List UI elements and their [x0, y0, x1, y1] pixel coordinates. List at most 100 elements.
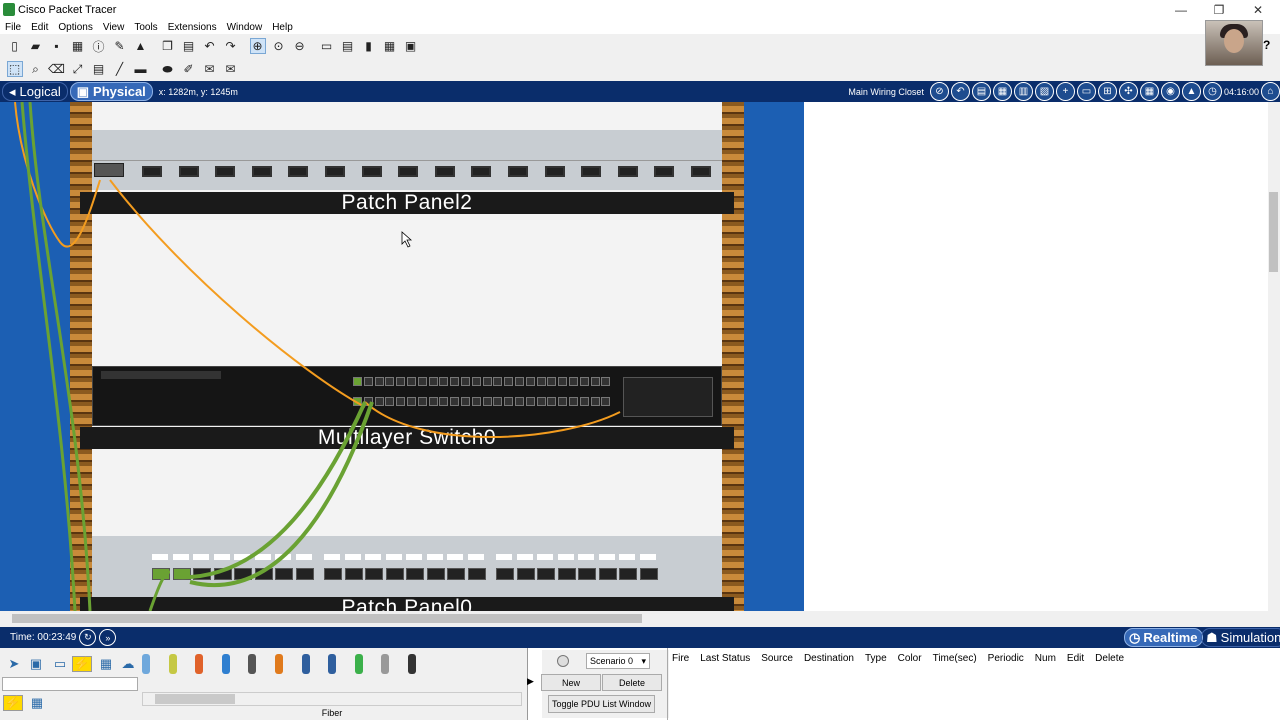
working-closet-icon[interactable]: ▦: [1139, 82, 1159, 101]
structured-cabling-icon[interactable]: ▦: [27, 695, 47, 711]
close-button[interactable]: ✕: [1238, 0, 1278, 20]
copy-icon[interactable]: ❐: [160, 38, 176, 54]
image-icon[interactable]: ▣: [403, 38, 419, 54]
pdu-column-header[interactable]: Edit: [1067, 653, 1084, 664]
info-icon[interactable]: [557, 655, 569, 667]
horizontal-scroll-thumb[interactable]: [12, 614, 642, 623]
rectangle-icon[interactable]: ▭: [319, 38, 335, 54]
pdu-column-header[interactable]: Source: [761, 653, 793, 664]
simulation-mode-button[interactable]: ☗ Simulation: [1201, 628, 1280, 647]
copper-cable-offscreen[interactable]: [28, 102, 92, 611]
scenario-select[interactable]: Scenario 0 ▾: [586, 653, 650, 669]
menu-extensions[interactable]: Extensions: [163, 22, 222, 33]
pdu-column-header[interactable]: Destination: [804, 653, 854, 664]
copper-cable[interactable]: [189, 401, 374, 588]
minimize-button[interactable]: —: [1161, 0, 1201, 20]
physical-mode-button[interactable]: ▣ Physical: [69, 82, 153, 101]
home-icon[interactable]: ⌂: [1261, 82, 1280, 101]
zoom-in-icon[interactable]: ⊕: [249, 38, 266, 54]
fiber-cable-icon[interactable]: [221, 654, 230, 674]
connections-category-icon[interactable]: ⚡: [72, 656, 92, 672]
back-icon[interactable]: ↶: [950, 82, 970, 101]
expand-arrow-icon[interactable]: ▶: [527, 676, 534, 687]
menu-help[interactable]: Help: [267, 22, 298, 33]
info-icon[interactable]: ⓘ: [91, 38, 107, 54]
pdu-column-header[interactable]: Last Status: [700, 653, 750, 664]
console-cable-icon[interactable]: [142, 654, 150, 674]
help-button[interactable]: ?: [1263, 38, 1275, 52]
pdu-column-header[interactable]: Time(sec): [933, 653, 977, 664]
menu-tools[interactable]: Tools: [129, 22, 162, 33]
menu-edit[interactable]: Edit: [26, 22, 53, 33]
inspect-icon[interactable]: ⌕: [28, 61, 44, 77]
new-table-icon[interactable]: ▭: [1076, 82, 1096, 101]
wrench-icon[interactable]: ✎: [112, 38, 128, 54]
multiuser-category-icon[interactable]: ☁: [118, 656, 138, 672]
misc-category-icon[interactable]: ▦: [96, 656, 116, 672]
physical-workspace[interactable]: Patch Panel2 Multilayer Switch0 Patch Pa…: [0, 102, 1268, 611]
resize-icon[interactable]: ⤢: [70, 61, 86, 77]
delete-icon[interactable]: ⌫: [48, 61, 65, 77]
complex-pdu-icon[interactable]: ✉: [223, 61, 239, 77]
octal-cable-icon[interactable]: [354, 654, 363, 674]
realtime-mode-button[interactable]: ◷ Realtime: [1124, 628, 1203, 647]
new-scenario-button[interactable]: New: [541, 674, 601, 691]
fiber-cable-uplink[interactable]: [364, 401, 621, 438]
simple-pdu-icon[interactable]: ✉: [202, 61, 218, 77]
network-devices-category-icon[interactable]: ➤: [4, 656, 24, 672]
menu-window[interactable]: Window: [222, 22, 268, 33]
components-category-icon[interactable]: ▭: [50, 656, 70, 672]
copper-cable[interactable]: [174, 401, 367, 580]
save-icon[interactable]: ▪: [49, 38, 65, 54]
paste-icon[interactable]: ▤: [181, 38, 197, 54]
connection-subtype-icon[interactable]: ⚡: [3, 695, 23, 711]
toggle-pdu-list-button[interactable]: Toggle PDU List Window: [548, 695, 655, 713]
pdu-column-header[interactable]: Color: [898, 653, 922, 664]
rack-view-icon[interactable]: ▤: [971, 82, 991, 101]
device-template-icon[interactable]: ▦: [382, 38, 398, 54]
power-cycle-icon[interactable]: ↻: [79, 629, 97, 646]
zoom-out-icon[interactable]: ⊖: [292, 38, 308, 54]
device-list-scroll-thumb[interactable]: [155, 694, 235, 704]
rect-shape-icon[interactable]: ▬: [133, 61, 149, 77]
open-icon[interactable]: ▰: [28, 38, 44, 54]
copper-straight-icon[interactable]: [168, 654, 177, 674]
activity-wizard-icon[interactable]: ▲: [133, 38, 149, 54]
new-file-icon[interactable]: ▯: [7, 38, 23, 54]
logical-mode-button[interactable]: ◂ Logical: [2, 82, 68, 101]
freeform-icon[interactable]: ✐: [181, 61, 197, 77]
zoom-reset-icon[interactable]: ⊙: [271, 38, 287, 54]
ellipse-icon[interactable]: ⬬: [160, 61, 176, 77]
iot-cable-icon[interactable]: [381, 654, 390, 674]
pdu-column-header[interactable]: Fire: [672, 653, 689, 664]
coaxial-cable-icon[interactable]: [275, 654, 283, 674]
new-city-icon[interactable]: ▦: [992, 82, 1012, 101]
notes-icon[interactable]: ▮: [361, 38, 377, 54]
new-closet-icon[interactable]: ▧: [1034, 82, 1054, 101]
restore-button[interactable]: ❐: [1199, 0, 1239, 20]
new-rack-icon[interactable]: +: [1055, 82, 1075, 101]
grid-icon[interactable]: ✣: [1118, 82, 1138, 101]
menu-file[interactable]: File: [0, 22, 26, 33]
serial-dce-icon[interactable]: [301, 654, 310, 674]
pdu-column-header[interactable]: Periodic: [988, 653, 1024, 664]
palette-icon[interactable]: ▤: [340, 38, 356, 54]
navigation-icon[interactable]: ⊘: [929, 82, 949, 101]
vertical-scroll-thumb[interactable]: [1269, 192, 1278, 272]
print-icon[interactable]: ▦: [70, 38, 86, 54]
redo-icon[interactable]: ↷: [223, 38, 239, 54]
move-object-icon[interactable]: ⊞: [1097, 82, 1117, 101]
usb-cable-icon[interactable]: [408, 654, 416, 674]
note-icon[interactable]: ▤: [91, 61, 107, 77]
menu-view[interactable]: View: [98, 22, 130, 33]
fiber-cable[interactable]: [109, 179, 366, 408]
pdu-column-header[interactable]: Type: [865, 653, 887, 664]
copper-cable-offscreen[interactable]: [20, 102, 77, 611]
new-building-icon[interactable]: ▥: [1013, 82, 1033, 101]
pdu-column-header[interactable]: Delete: [1095, 653, 1124, 664]
phone-cable-icon[interactable]: [248, 654, 257, 674]
delete-scenario-button[interactable]: Delete: [602, 674, 662, 691]
select-icon[interactable]: ⬚: [6, 61, 23, 77]
end-devices-category-icon[interactable]: ▣: [26, 656, 46, 672]
wireless-icon[interactable]: ◉: [1160, 82, 1180, 101]
